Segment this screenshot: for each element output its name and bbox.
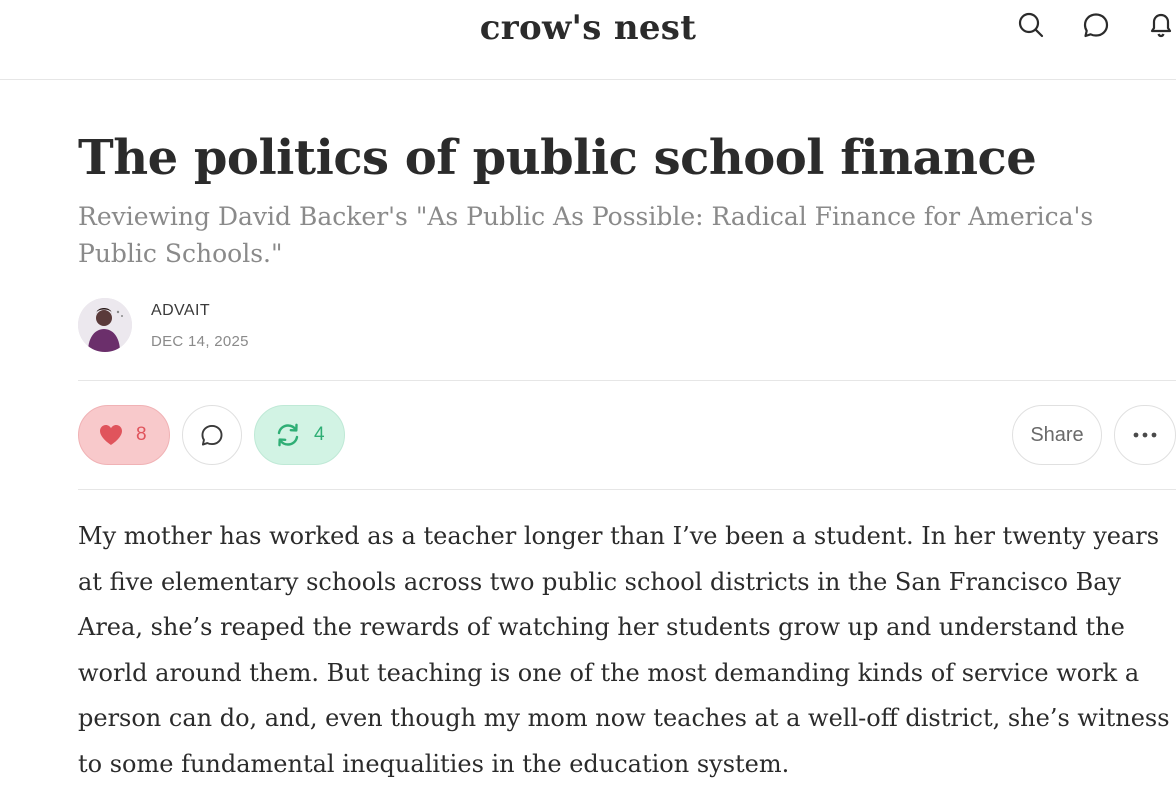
actions-divider (78, 489, 1176, 490)
meta-divider (78, 380, 1176, 381)
author-avatar[interactable] (78, 298, 132, 352)
like-count: 8 (136, 424, 147, 445)
share-button[interactable]: Share (1012, 405, 1102, 465)
heart-icon (100, 425, 122, 445)
top-bar: crow's nest (0, 0, 1176, 80)
author-name[interactable]: ADVAIT (151, 302, 210, 320)
restack-count: 4 (314, 424, 325, 445)
site-title[interactable]: crow's nest (0, 8, 1176, 48)
like-button[interactable]: 8 (78, 405, 170, 465)
article-body-paragraph: My mother has worked as a teacher longer… (78, 522, 1170, 778)
more-options-button[interactable] (1114, 405, 1176, 465)
article-subtitle: Reviewing David Backer's "As Public As P… (78, 202, 1094, 268)
restack-button[interactable]: 4 (254, 405, 345, 465)
ellipsis-icon (1133, 432, 1157, 438)
publish-date: DEC 14, 2025 (151, 333, 249, 350)
article-title: The politics of public school finance (78, 130, 1037, 186)
comment-button[interactable] (182, 405, 242, 465)
chat-bubble-icon[interactable] (1081, 10, 1111, 40)
comment-icon (201, 424, 223, 446)
search-icon[interactable] (1016, 10, 1046, 40)
bell-icon[interactable] (1146, 10, 1176, 40)
restack-icon (277, 423, 299, 447)
